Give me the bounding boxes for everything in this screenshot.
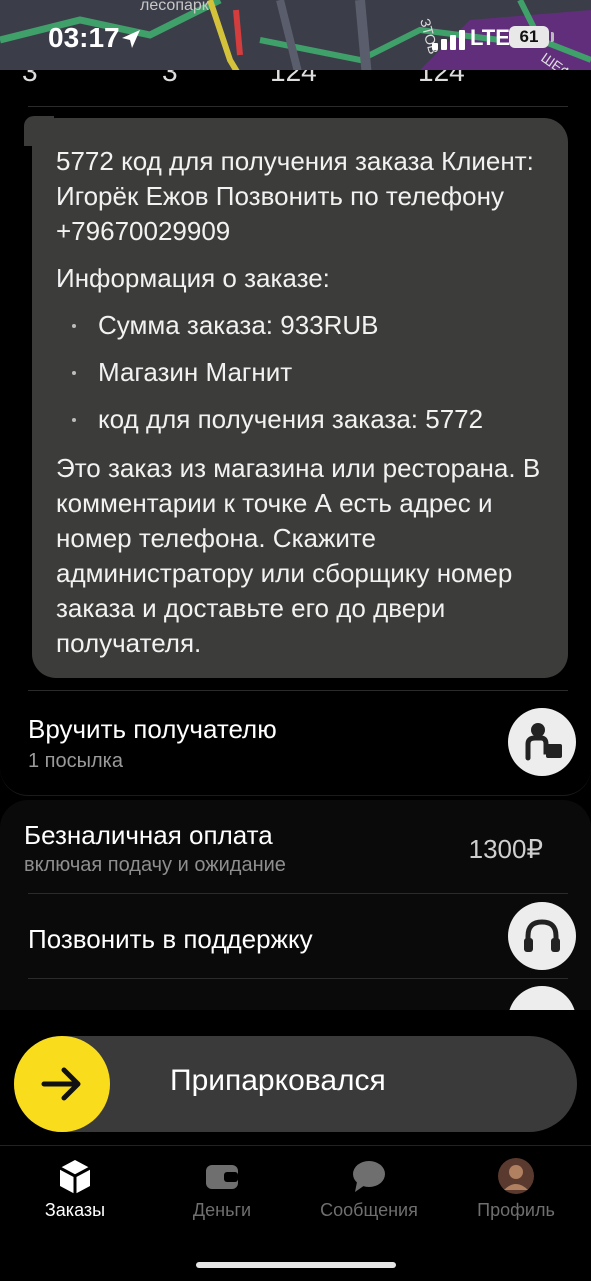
- arrow-right-icon: [41, 1067, 81, 1101]
- divider: [28, 690, 568, 691]
- payment-amount: 1300₽: [468, 834, 543, 864]
- payment-title: Безналичная оплата: [24, 820, 273, 850]
- message-intro: 5772 код для получения заказа Клиент: Иг…: [56, 146, 534, 246]
- deliver-title: Вручить получателю: [28, 714, 277, 744]
- person-parcel-icon: [525, 723, 562, 761]
- message-info-heading: Информация о заказе:: [56, 263, 330, 293]
- divider: [28, 106, 568, 107]
- payment-sheet: Безналичная оплата включая подачу и ожид…: [0, 800, 591, 1012]
- parked-button-label: Припарковался: [170, 1064, 386, 1097]
- bullet-icon: [72, 418, 76, 422]
- tab-label: Профиль: [477, 1200, 555, 1220]
- tab-orders[interactable]: Заказы: [0, 1156, 150, 1221]
- location-arrow-icon: [122, 30, 140, 48]
- tab-bar: Заказы Деньги Сообщения Профиль: [0, 1145, 591, 1281]
- chat-icon: [353, 1161, 385, 1192]
- avatar: [498, 1158, 534, 1194]
- wallet-icon: [206, 1165, 238, 1189]
- parked-button[interactable]: Припарковался: [14, 1036, 577, 1132]
- home-indicator: [196, 1262, 396, 1268]
- tab-money[interactable]: Деньги: [147, 1156, 297, 1221]
- hand-over-button[interactable]: [508, 708, 576, 776]
- list-item: код для получения заказа: 5772: [56, 402, 556, 449]
- list-item-text: Магазин Магнит: [98, 357, 293, 387]
- deliver-subtitle: 1 посылка: [28, 750, 123, 772]
- payment-subtitle: включая подачу и ожидание: [24, 854, 286, 876]
- message-footer: Это заказ из магазина или ресторана. В к…: [56, 453, 541, 658]
- tab-profile[interactable]: Профиль: [441, 1156, 591, 1221]
- list-item: Магазин Магнит: [56, 355, 556, 402]
- network-type: LTE: [470, 25, 510, 50]
- list-item: Сумма заказа: 933RUB: [56, 308, 556, 355]
- battery-tip: [551, 32, 554, 42]
- list-item-text: Сумма заказа: 933RUB: [98, 310, 379, 340]
- list-item-text: код для получения заказа: 5772: [98, 404, 484, 434]
- bullet-icon: [72, 371, 76, 375]
- tab-label: Деньги: [192, 1200, 252, 1220]
- tab-label: Заказы: [44, 1200, 106, 1220]
- signal-icon: [432, 30, 465, 50]
- support-call-label[interactable]: Позвонить в поддержку: [28, 924, 313, 955]
- bullet-icon: [72, 324, 76, 328]
- parked-button-handle[interactable]: [14, 1036, 110, 1132]
- headset-icon: [524, 919, 560, 952]
- order-sheet: 3 3 124 124 5772 код для получения заказ…: [0, 70, 591, 796]
- battery-indicator: 61: [509, 26, 549, 48]
- support-call-button[interactable]: [508, 902, 576, 970]
- order-info-list: Сумма заказа: 933RUB Магазин Магнит код …: [56, 308, 556, 449]
- action-bar: Припарковался: [0, 1010, 591, 1145]
- tab-messages[interactable]: Сообщения: [294, 1156, 444, 1221]
- divider: [28, 893, 568, 894]
- divider: [28, 978, 568, 979]
- status-bar: 03:17 LTE 61: [0, 0, 591, 80]
- order-message-bubble: 5772 код для получения заказа Клиент: Иг…: [32, 118, 568, 678]
- box-icon: [59, 1160, 91, 1194]
- tab-label: Сообщения: [320, 1200, 418, 1220]
- status-time: 03:17: [48, 22, 120, 53]
- chat-button[interactable]: [508, 986, 576, 1012]
